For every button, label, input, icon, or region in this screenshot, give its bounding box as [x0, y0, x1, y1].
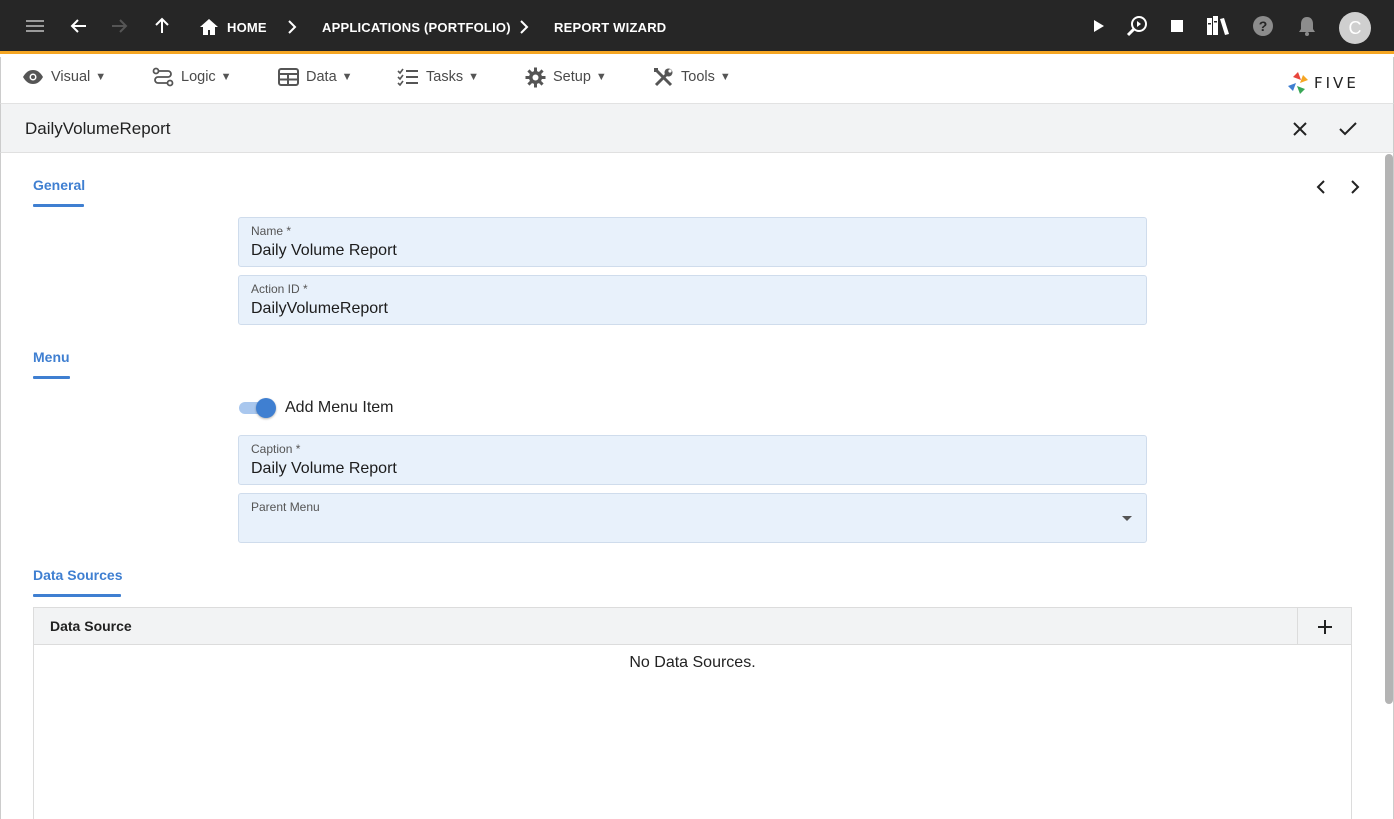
caption-field[interactable]: Caption * Daily Volume Report [238, 435, 1147, 485]
caret-down-icon: ▼ [468, 71, 479, 83]
logic-icon [152, 67, 174, 87]
caret-down-icon: ▼ [220, 71, 232, 83]
chevron-right-icon [520, 20, 529, 34]
forward-arrow-icon [105, 12, 133, 40]
breadcrumb-report-wizard[interactable]: REPORT WIZARD [554, 0, 666, 54]
name-field[interactable]: Name * Daily Volume Report [238, 217, 1147, 267]
menu-logic-label: Logic [181, 69, 216, 85]
section-general-label: General [33, 177, 86, 193]
up-arrow-icon[interactable] [148, 12, 176, 40]
page-title: DailyVolumeReport [25, 119, 171, 138]
data-sources-grid: Data Source No Data Sources. [33, 607, 1352, 819]
action-id-field-label: Action ID * [251, 282, 308, 296]
library-icon[interactable] [1204, 12, 1232, 40]
prev-page-button[interactable] [1311, 177, 1331, 197]
add-data-source-button[interactable] [1297, 608, 1351, 645]
home-icon [200, 19, 218, 35]
play-icon[interactable] [1084, 12, 1112, 40]
section-underline [33, 204, 84, 207]
plus-icon [1317, 619, 1332, 634]
parent-menu-label: Parent Menu [251, 500, 320, 514]
name-field-value: Daily Volume Report [251, 242, 397, 259]
section-menu-label: Menu [33, 349, 70, 365]
menu-tools-label: Tools [681, 69, 715, 85]
section-general[interactable]: General [33, 177, 86, 207]
menu-tools[interactable]: Tools ▼ [653, 62, 731, 92]
logo-text: FIVE [1314, 74, 1359, 92]
name-field-label: Name * [251, 224, 292, 238]
save-button[interactable] [1335, 116, 1361, 142]
menu-setup[interactable]: Setup ▼ [525, 62, 607, 92]
checklist-icon [397, 68, 418, 86]
section-underline [33, 594, 121, 597]
menu-tasks[interactable]: Tasks ▼ [397, 62, 479, 92]
grid-empty-message: No Data Sources. [629, 654, 756, 671]
svg-text:?: ? [1259, 18, 1268, 34]
grid-column-data-source[interactable]: Data Source [50, 618, 132, 634]
caption-field-label: Caption * [251, 442, 301, 456]
close-button[interactable] [1287, 116, 1313, 142]
caret-down-icon: ▼ [95, 71, 107, 83]
five-logo: FIVE [1286, 70, 1359, 96]
menu-visual[interactable]: Visual ▼ [22, 62, 106, 92]
chevron-left-icon [1316, 180, 1325, 194]
check-icon [1339, 122, 1357, 136]
caption-field-value: Daily Volume Report [251, 460, 397, 477]
menu-data[interactable]: Data ▼ [278, 62, 353, 92]
caret-down-icon: ▼ [595, 71, 607, 83]
menu-bar: Visual ▼ Logic ▼ Data ▼ Tasks ▼ Setup ▼ Tools… [0, 57, 1394, 104]
section-underline [33, 376, 70, 379]
back-arrow-icon[interactable] [65, 12, 93, 40]
tools-icon [654, 67, 673, 86]
form-content: General Name * Daily Volume Report Actio… [0, 153, 1394, 819]
action-id-field-value: DailyVolumeReport [251, 300, 388, 317]
caret-down-icon: ▼ [719, 71, 731, 83]
inspect-icon[interactable] [1123, 12, 1151, 40]
section-data-sources-label: Data Sources [33, 567, 123, 583]
table-icon [278, 68, 299, 86]
bell-icon[interactable] [1293, 12, 1321, 40]
menu-logic[interactable]: Logic ▼ [152, 62, 232, 92]
breadcrumb-applications-label: APPLICATIONS (PORTFOLIO) [322, 19, 511, 35]
five-logo-icon [1288, 72, 1308, 94]
toggle-knob [256, 398, 276, 418]
grid-header: Data Source [34, 608, 1351, 645]
breadcrumb-home[interactable]: HOME [199, 0, 267, 54]
action-id-field[interactable]: Action ID * DailyVolumeReport [238, 275, 1147, 325]
stop-icon[interactable] [1163, 12, 1191, 40]
menu-data-label: Data [306, 69, 337, 85]
close-icon [1293, 122, 1307, 136]
breadcrumb-report-wizard-label: REPORT WIZARD [554, 19, 667, 35]
avatar[interactable]: C [1339, 12, 1371, 44]
caret-down-icon: ▼ [341, 71, 353, 83]
add-menu-item-label: Add Menu Item [285, 399, 394, 416]
scrollbar[interactable] [1385, 154, 1393, 704]
eye-icon [23, 70, 43, 84]
dropdown-arrow-icon [1122, 516, 1132, 521]
menu-visual-label: Visual [51, 69, 91, 85]
form-header: DailyVolumeReport [0, 104, 1394, 153]
breadcrumb-applications[interactable]: APPLICATIONS (PORTFOLIO) [322, 0, 511, 54]
chevron-right-icon [1351, 180, 1360, 194]
gear-icon [525, 67, 546, 87]
menu-tasks-label: Tasks [426, 69, 464, 85]
menu-icon[interactable] [21, 12, 49, 40]
section-menu[interactable]: Menu [33, 349, 70, 379]
parent-menu-select[interactable]: Parent Menu [238, 493, 1147, 543]
next-page-button[interactable] [1345, 177, 1365, 197]
breadcrumb-home-label: HOME [227, 19, 267, 35]
section-data-sources[interactable]: Data Sources [33, 567, 123, 597]
menu-setup-label: Setup [553, 69, 591, 85]
chevron-right-icon [288, 20, 297, 34]
top-bar: HOME APPLICATIONS (PORTFOLIO) REPORT WIZ… [0, 0, 1394, 54]
help-icon[interactable]: ? [1249, 12, 1277, 40]
add-menu-item-toggle[interactable] [238, 398, 276, 418]
